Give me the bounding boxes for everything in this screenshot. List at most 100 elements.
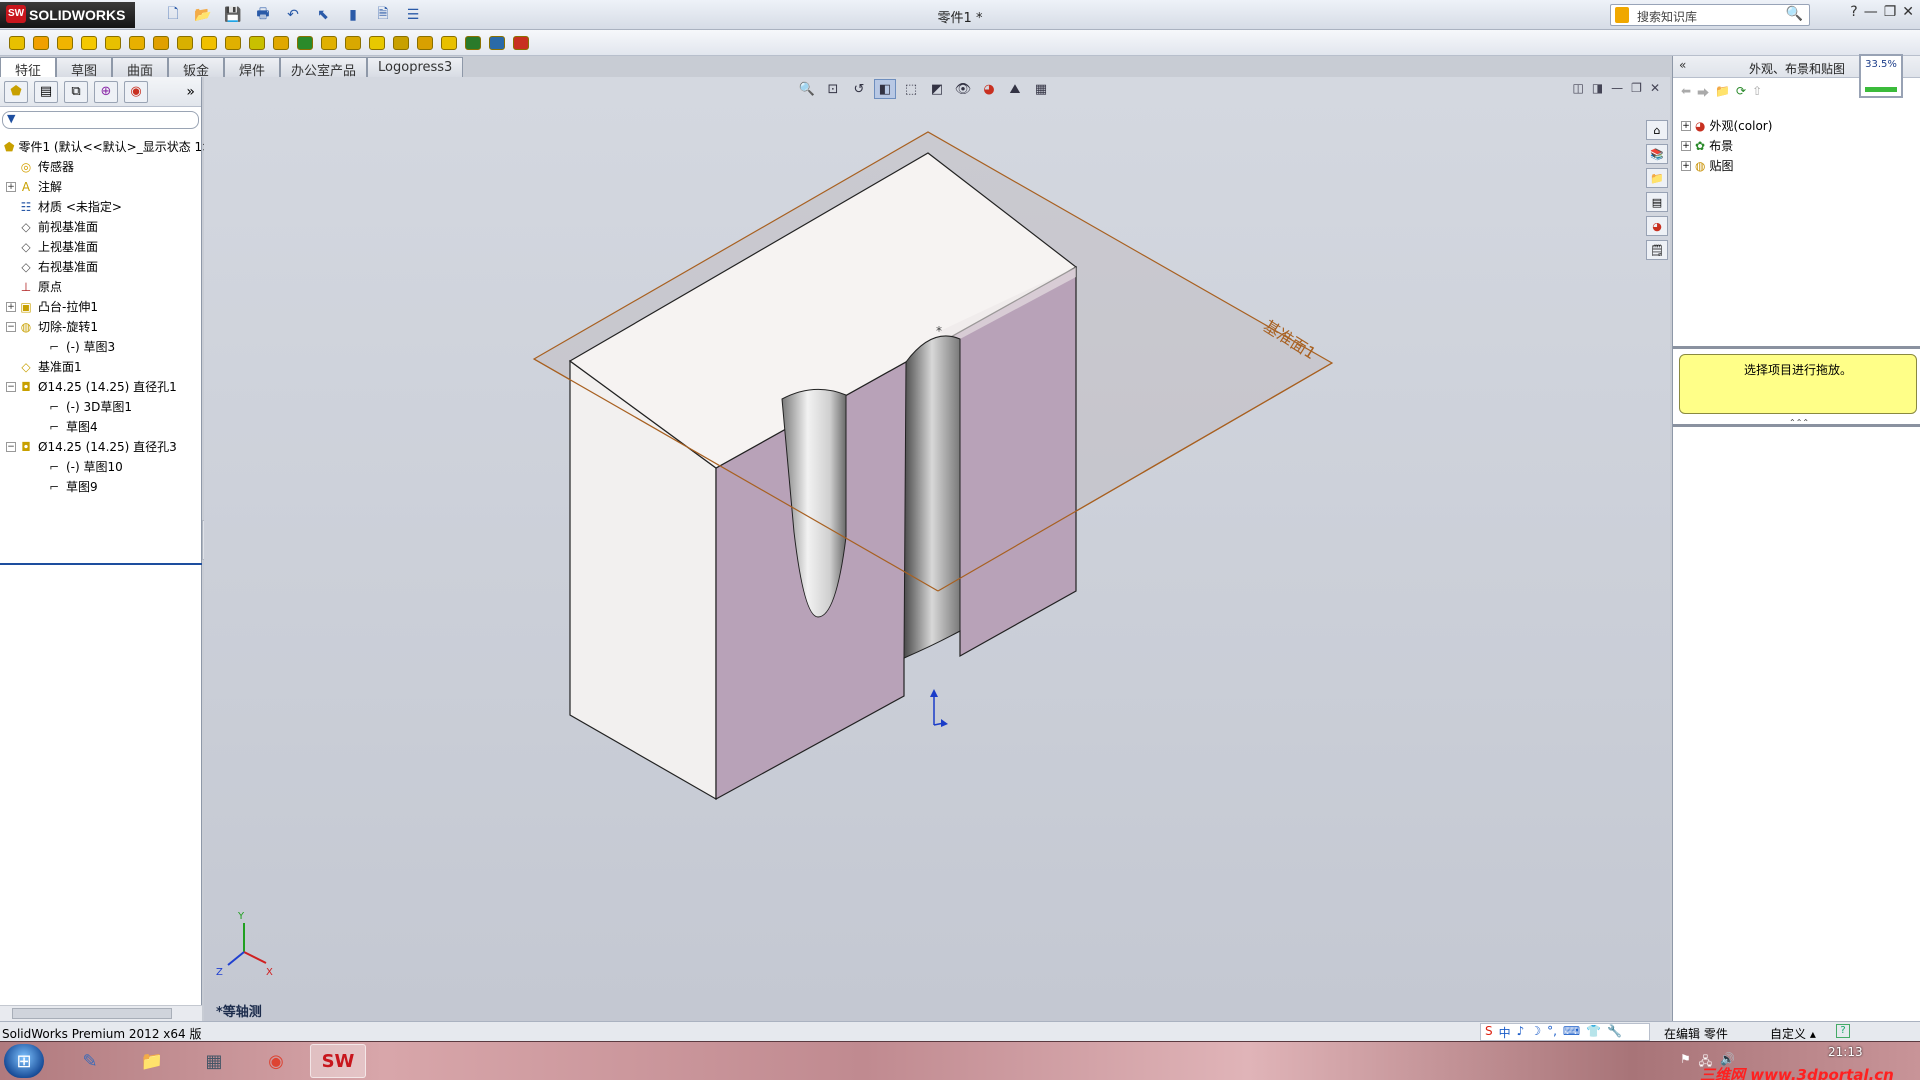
boundary-boss-icon[interactable] bbox=[102, 32, 124, 54]
tab-1[interactable]: 草图 bbox=[56, 57, 112, 79]
dimxpert-tab-icon[interactable]: ⊕ bbox=[94, 80, 118, 103]
tree-node[interactable]: ◇ 基准面1 bbox=[0, 357, 201, 377]
property-manager-tab-icon[interactable]: ▤ bbox=[34, 80, 58, 103]
search-knowledge-base-input[interactable]: 搜索知识库 🔍 bbox=[1610, 4, 1810, 26]
restore-button[interactable]: ❐ bbox=[1884, 4, 1897, 20]
search-icon[interactable]: 🔍 bbox=[1786, 6, 1803, 22]
ime-item[interactable]: 👕 bbox=[1586, 1024, 1601, 1040]
ime-item[interactable]: ⌨ bbox=[1563, 1024, 1580, 1040]
ime-item[interactable]: ♪ bbox=[1517, 1024, 1525, 1040]
expand-toggle-icon[interactable]: + bbox=[6, 302, 16, 312]
rollback-bar[interactable] bbox=[0, 563, 202, 565]
tree-node[interactable]: ◇ 右视基准面 bbox=[0, 257, 201, 277]
reference-geometry-icon[interactable] bbox=[438, 32, 460, 54]
tab-6[interactable]: Logopress3 bbox=[367, 57, 464, 77]
task-pane-back-icon[interactable]: « bbox=[1679, 58, 1686, 72]
expand-toggle-icon[interactable]: + bbox=[1681, 161, 1691, 171]
rib-icon[interactable] bbox=[318, 32, 340, 54]
expand-toggle-icon[interactable]: + bbox=[1681, 141, 1691, 151]
tree-node[interactable]: − ◘ Ø14.25 (14.25) 直径孔3 bbox=[0, 437, 201, 457]
units-custom-menu[interactable]: 自定义 ▴ bbox=[1770, 1025, 1816, 1042]
tree-node[interactable]: ⌐ 草图9 bbox=[0, 477, 201, 497]
graphics-area[interactable]: 🔍 ⊡ ↺ ◧ ⬚ ◩ 👁 ◕ ⛰ ▦ ◫ ◨ — ❐ ✕ 基准面1 * Y X… bbox=[204, 77, 1670, 1021]
tab-5[interactable]: 办公室产品 bbox=[280, 57, 368, 79]
quick-tips-button[interactable]: ? bbox=[1836, 1024, 1850, 1038]
linear-pattern-icon[interactable] bbox=[294, 32, 316, 54]
solidworks-resources-tab-icon[interactable]: ⌂ bbox=[1646, 120, 1668, 140]
back-nav-icon[interactable]: ⬅ bbox=[1681, 84, 1691, 100]
ime-item[interactable]: S bbox=[1485, 1024, 1493, 1040]
tree-node[interactable]: ⬟ 零件1 (默认<<默认>_显示状态 1>) bbox=[0, 137, 217, 157]
ime-item[interactable]: ☽ bbox=[1530, 1024, 1541, 1040]
revolved-boss-icon[interactable] bbox=[30, 32, 52, 54]
taskbar-app-paint[interactable]: ✎ bbox=[62, 1044, 118, 1078]
ime-item[interactable]: 中 bbox=[1499, 1024, 1511, 1040]
tree-node[interactable]: ⌐ (-) 草图10 bbox=[0, 457, 201, 477]
intersect-icon[interactable] bbox=[414, 32, 436, 54]
tree-node[interactable]: ⌐ 草图4 bbox=[0, 417, 201, 437]
expand-toggle-icon[interactable]: − bbox=[6, 322, 16, 332]
tree-node[interactable]: ◎ 传感器 bbox=[0, 157, 201, 177]
search-source-icon[interactable] bbox=[1615, 7, 1629, 23]
ime-item[interactable]: °, bbox=[1547, 1024, 1557, 1040]
collapse-panel-icon[interactable]: » bbox=[186, 84, 195, 100]
tab-2[interactable]: 曲面 bbox=[112, 57, 168, 79]
boundary-cut-icon[interactable] bbox=[246, 32, 268, 54]
tree-node[interactable]: − ◍ 切除-旋转1 bbox=[0, 317, 201, 337]
extruded-cut-icon[interactable] bbox=[126, 32, 148, 54]
tree-filter-input[interactable]: ▼ bbox=[2, 111, 199, 129]
expand-toggle-icon[interactable]: + bbox=[6, 182, 16, 192]
help-button[interactable]: ? bbox=[1850, 4, 1857, 20]
taskbar-app-explorer[interactable]: 📁 bbox=[124, 1044, 180, 1078]
display-manager-tab-icon[interactable]: ◉ bbox=[124, 80, 148, 103]
scrollbar-thumb[interactable] bbox=[12, 1008, 172, 1019]
tray-flag-icon[interactable]: ⚑ bbox=[1680, 1052, 1691, 1073]
instant3d-icon[interactable] bbox=[486, 32, 508, 54]
tree-node[interactable]: ⊥ 原点 bbox=[0, 277, 201, 297]
appearance-tree-item[interactable]: + ✿ 布景 bbox=[1673, 136, 1920, 156]
start-button[interactable]: ⊞ bbox=[4, 1044, 44, 1078]
wrap-icon[interactable] bbox=[390, 32, 412, 54]
expand-toggle-icon[interactable]: − bbox=[6, 382, 16, 392]
tab-3[interactable]: 钣金 bbox=[168, 57, 224, 79]
forward-nav-icon[interactable]: ⮕ bbox=[1697, 84, 1709, 100]
task-pane-divider[interactable] bbox=[1673, 346, 1920, 349]
shell-icon[interactable] bbox=[366, 32, 388, 54]
tab-4[interactable]: 焊件 bbox=[224, 57, 280, 79]
expand-toggle-icon[interactable]: + bbox=[1681, 121, 1691, 131]
expand-toggle-icon[interactable]: − bbox=[6, 442, 16, 452]
view-palette-tab-icon[interactable]: ▤ bbox=[1646, 192, 1668, 212]
refresh-icon[interactable]: ⟳ bbox=[1736, 84, 1746, 100]
design-library-tab-icon[interactable]: 📚 bbox=[1646, 144, 1668, 164]
tree-node[interactable]: + ▣ 凸台-拉伸1 bbox=[0, 297, 201, 317]
appearance-tree-item[interactable]: + ◕ 外观(color) bbox=[1673, 116, 1920, 136]
model-view[interactable]: 基准面1 * Y X Z bbox=[204, 77, 1670, 1021]
lofted-cut-icon[interactable] bbox=[222, 32, 244, 54]
tree-node[interactable]: − ◘ Ø14.25 (14.25) 直径孔1 bbox=[0, 377, 201, 397]
curves-icon[interactable] bbox=[462, 32, 484, 54]
tree-node[interactable]: ⌐ (-) 草图3 bbox=[0, 337, 201, 357]
swept-cut-icon[interactable] bbox=[198, 32, 220, 54]
taskbar-app-chrome[interactable]: ◉ bbox=[248, 1044, 304, 1078]
horizontal-scrollbar[interactable] bbox=[0, 1005, 202, 1021]
file-explorer-tab-icon[interactable]: 📁 bbox=[1646, 168, 1668, 188]
tree-node[interactable]: ⌐ (-) 3D草图1 bbox=[0, 397, 201, 417]
half-hole-slot[interactable] bbox=[903, 335, 961, 659]
draft-icon[interactable] bbox=[342, 32, 364, 54]
feature-manager-tab-icon[interactable]: ⬟ bbox=[4, 80, 28, 103]
tree-node[interactable]: + A 注解 bbox=[0, 177, 201, 197]
tab-0[interactable]: 特征 bbox=[0, 57, 56, 79]
taskbar-clock[interactable]: 21:13 bbox=[1828, 1045, 1863, 1059]
ime-item[interactable]: 🔧 bbox=[1607, 1024, 1622, 1040]
hole-wizard-icon[interactable] bbox=[150, 32, 172, 54]
taskbar-app-calculator[interactable]: ▦ bbox=[186, 1044, 242, 1078]
taskbar-app-solidworks[interactable]: SW bbox=[310, 1044, 366, 1078]
swept-boss-icon[interactable] bbox=[54, 32, 76, 54]
appearance-tree-item[interactable]: + ◍ 贴图 bbox=[1673, 156, 1920, 176]
revolved-cut-icon[interactable] bbox=[174, 32, 196, 54]
fillet-icon[interactable] bbox=[270, 32, 292, 54]
configuration-manager-tab-icon[interactable]: ⧉ bbox=[64, 80, 88, 103]
minimize-button[interactable]: — bbox=[1864, 4, 1878, 20]
appearances-tab-icon[interactable]: ◕ bbox=[1646, 216, 1668, 236]
splitter-grip-icon[interactable]: ⌃⌃⌃ bbox=[1789, 418, 1809, 427]
